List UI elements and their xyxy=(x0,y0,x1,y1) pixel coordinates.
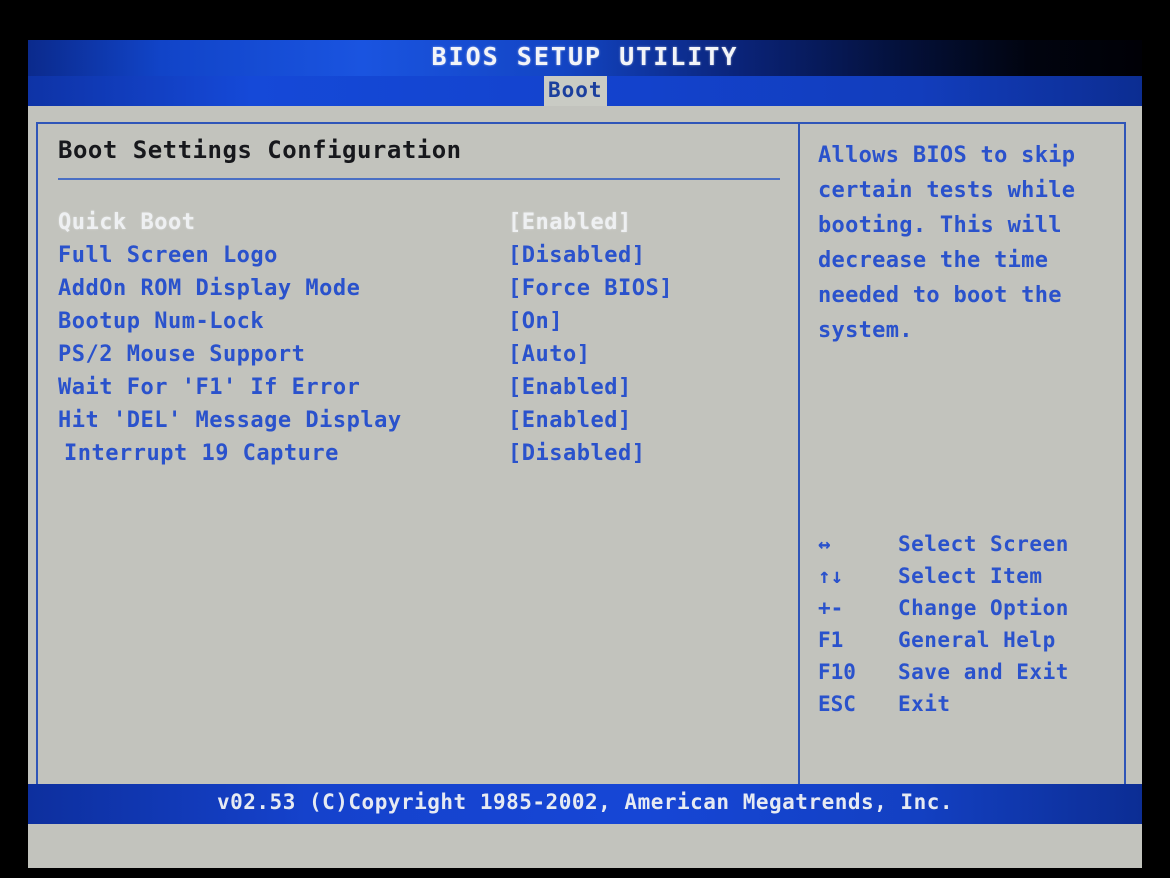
nav-legend-row: ↔ Select Screen xyxy=(818,528,1108,560)
setting-label: Bootup Num-Lock xyxy=(58,309,265,334)
f10-key-icon: F10 xyxy=(818,660,856,684)
nav-legend-row: ↑↓ Select Item xyxy=(818,560,1108,592)
setting-row[interactable]: Wait For 'F1' If Error [Enabled] xyxy=(58,371,788,404)
setting-row[interactable]: Full Screen Logo [Disabled] xyxy=(58,239,788,272)
nav-legend-label: Select Item xyxy=(898,564,1043,588)
left-right-arrow-key-icon: ↔ xyxy=(818,532,831,556)
setting-value[interactable]: [Enabled] xyxy=(508,404,632,437)
nav-legend-row: F1 General Help xyxy=(818,624,1108,656)
setting-row[interactable]: PS/2 Mouse Support [Auto] xyxy=(58,338,788,371)
esc-key-icon: ESC xyxy=(818,692,856,716)
help-text: Allows BIOS to skip certain tests while … xyxy=(818,143,1076,343)
setting-value[interactable]: [Auto] xyxy=(508,338,590,371)
nav-legend-row: ESC Exit xyxy=(818,688,1108,720)
setting-row[interactable]: Bootup Num-Lock [On] xyxy=(58,305,788,338)
setting-label: PS/2 Mouse Support xyxy=(58,342,306,367)
setting-label: Hit 'DEL' Message Display xyxy=(58,408,402,433)
setting-value[interactable]: [Force BIOS] xyxy=(508,272,673,305)
setting-row[interactable]: Hit 'DEL' Message Display [Enabled] xyxy=(58,404,788,437)
setting-label: Interrupt 19 Capture xyxy=(64,441,339,466)
nav-legend-row: +- Change Option xyxy=(818,592,1108,624)
page-title: BIOS SETUP UTILITY xyxy=(431,42,739,71)
setting-value[interactable]: [Enabled] xyxy=(508,206,632,239)
nav-legend-row: F10 Save and Exit xyxy=(818,656,1108,688)
title-bar: BIOS SETUP UTILITY xyxy=(28,40,1142,76)
f1-key-icon: F1 xyxy=(818,628,844,652)
setting-value[interactable]: [On] xyxy=(508,305,563,338)
setting-row[interactable]: Quick Boot [Enabled] xyxy=(58,206,788,239)
settings-column: Boot Settings Configuration Quick Boot [E… xyxy=(58,122,788,810)
nav-legend-label: General Help xyxy=(898,628,1056,652)
setting-value[interactable]: [Enabled] xyxy=(508,371,632,404)
up-down-arrow-key-icon: ↑↓ xyxy=(818,564,844,588)
nav-legend-label: Select Screen xyxy=(898,532,1069,556)
heading-divider xyxy=(58,178,780,180)
setting-value[interactable]: [Disabled] xyxy=(508,239,645,272)
setting-label: Wait For 'F1' If Error xyxy=(58,375,361,400)
setting-value[interactable]: [Disabled] xyxy=(508,437,645,470)
setting-label: Full Screen Logo xyxy=(58,243,278,268)
tab-bar: Boot xyxy=(28,76,1142,106)
nav-legend-label: Exit xyxy=(898,692,951,716)
nav-legend-label: Change Option xyxy=(898,596,1069,620)
bios-screen: BIOS SETUP UTILITY Boot Boot Settings Co… xyxy=(28,40,1142,868)
tab-boot[interactable]: Boot xyxy=(544,76,607,106)
plus-minus-key-icon: +- xyxy=(818,596,844,620)
section-heading: Boot Settings Configuration xyxy=(58,136,462,164)
footer-bar: v02.53 (C)Copyright 1985-2002, American … xyxy=(28,784,1142,824)
body-panel: Boot Settings Configuration Quick Boot [E… xyxy=(28,106,1142,868)
setting-label: Quick Boot xyxy=(58,210,196,235)
nav-legend-label: Save and Exit xyxy=(898,660,1069,684)
tab-boot-label: Boot xyxy=(548,78,603,102)
copyright-text: v02.53 (C)Copyright 1985-2002, American … xyxy=(216,790,953,814)
panel-divider xyxy=(798,122,800,810)
help-column: Allows BIOS to skip certain tests while … xyxy=(818,122,1118,810)
settings-list: Quick Boot [Enabled] Full Screen Logo [Disa… xyxy=(58,206,788,470)
setting-row[interactable]: AddOn ROM Display Mode [Force BIOS] xyxy=(58,272,788,305)
setting-row[interactable]: Interrupt 19 Capture [Disabled] xyxy=(58,437,788,470)
navigation-legend: ↔ Select Screen ↑↓ Select Item +- Change Opti… xyxy=(818,528,1108,720)
setting-label: AddOn ROM Display Mode xyxy=(58,276,361,301)
